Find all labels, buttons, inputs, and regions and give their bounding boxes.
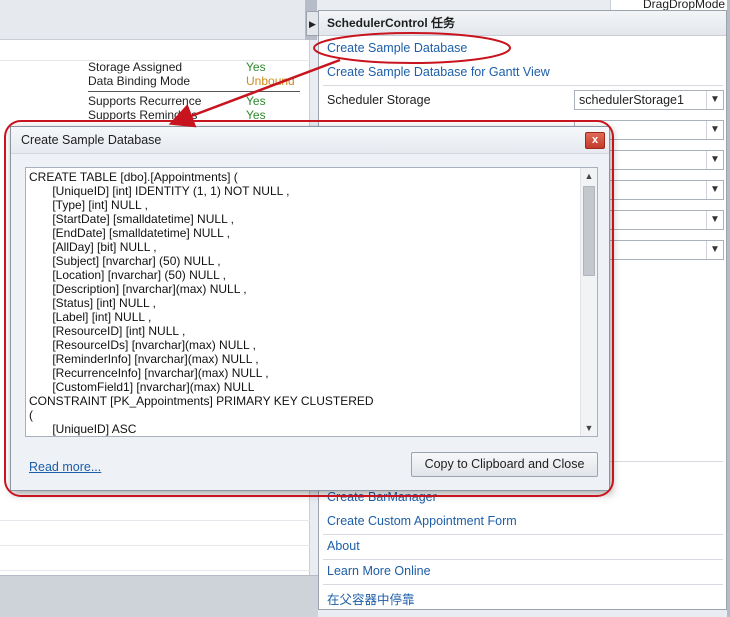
info-value: Yes <box>246 108 266 122</box>
scheduler-storage-value: schedulerStorage1 <box>579 93 684 107</box>
copy-to-clipboard-button[interactable]: Copy to Clipboard and Close <box>411 452 598 477</box>
scheduler-storage-select[interactable]: schedulerStorage1 ▼ <box>574 90 724 110</box>
designer-top-strip <box>0 0 310 40</box>
info-key: Supports Reminders <box>88 108 198 122</box>
info-value: Yes <box>246 60 266 74</box>
chevron-down-icon[interactable]: ▼ <box>706 181 723 199</box>
vertical-scrollbar[interactable]: ▲ ▼ <box>580 168 597 436</box>
close-icon[interactable]: x <box>585 132 605 149</box>
storage-info-table: Storage Assigned Yes Data Binding Mode U… <box>88 60 300 122</box>
chevron-down-icon[interactable]: ▼ <box>706 241 723 259</box>
smart-tag-glyph-icon[interactable]: ▶ <box>306 11 318 36</box>
dialog-title: Create Sample Database <box>11 127 609 154</box>
create-custom-appointment-form-link[interactable]: Create Custom Appointment Form <box>327 514 517 528</box>
info-key: Storage Assigned <box>88 60 183 74</box>
info-row: Supports Reminders Yes <box>88 108 300 122</box>
info-value: Unbound <box>246 74 295 88</box>
read-more-link[interactable]: Read more... <box>29 460 101 474</box>
chevron-down-icon[interactable]: ▼ <box>706 151 723 169</box>
chevron-down-icon[interactable]: ▼ <box>706 91 723 109</box>
chevron-down-icon[interactable]: ▼ <box>706 211 723 229</box>
sql-script-text: CREATE TABLE [dbo].[Appointments] ( [Uni… <box>29 170 374 436</box>
info-key: Supports Recurrence <box>88 94 202 108</box>
panel-title: SchedulerControl 任务 <box>319 11 726 36</box>
sql-script-textbox[interactable]: CREATE TABLE [dbo].[Appointments] ( [Uni… <box>25 167 598 437</box>
dock-in-parent-link[interactable]: 在父容器中停靠 <box>327 589 415 608</box>
info-value: Yes <box>246 94 266 108</box>
chevron-down-icon[interactable]: ▼ <box>706 121 723 139</box>
info-key: Data Binding Mode <box>88 74 191 88</box>
create-sample-database-gantt-link[interactable]: Create Sample Database for Gantt View <box>327 65 550 79</box>
designer-bottom-band <box>0 575 318 617</box>
scheduler-storage-label: Scheduler Storage <box>327 93 431 107</box>
info-divider <box>88 91 300 92</box>
create-sample-database-dialog: Create Sample Database x CREATE TABLE [d… <box>10 126 610 491</box>
property-grid-peek: DragDropMode <box>610 0 730 10</box>
scrollbar-thumb[interactable] <box>583 186 595 276</box>
scroll-down-icon[interactable]: ▼ <box>581 420 597 436</box>
create-sample-database-link[interactable]: Create Sample Database <box>327 41 467 55</box>
info-row: Data Binding Mode Unbound <box>88 74 300 88</box>
learn-more-online-link[interactable]: Learn More Online <box>327 564 431 578</box>
about-link[interactable]: About <box>327 539 360 553</box>
create-barmanager-link[interactable]: Create BarManager <box>327 490 437 504</box>
property-name: DragDropMode <box>643 0 726 10</box>
info-row: Storage Assigned Yes <box>88 60 300 74</box>
info-row: Supports Recurrence Yes <box>88 94 300 108</box>
scroll-up-icon[interactable]: ▲ <box>581 168 597 184</box>
